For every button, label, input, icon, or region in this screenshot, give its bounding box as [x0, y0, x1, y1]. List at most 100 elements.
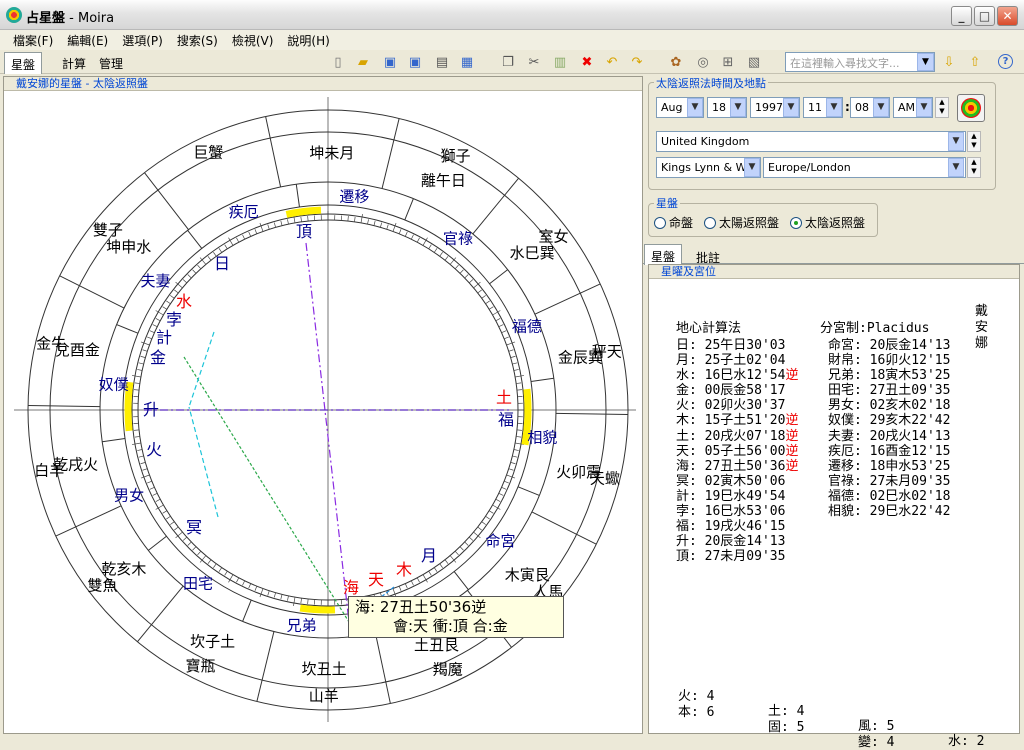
find-prev-icon[interactable]: ⇧	[967, 54, 983, 70]
ampm-dropdown-icon[interactable]: ▼	[916, 98, 932, 117]
degree-tick	[243, 581, 245, 585]
degree-tick	[255, 229, 257, 234]
radio-natal[interactable]: 命盤	[654, 214, 693, 231]
export-icon[interactable]: ▦	[459, 54, 475, 70]
degree-tick	[147, 337, 152, 339]
degree-tick	[301, 598, 302, 603]
save-icon[interactable]: ▣	[382, 54, 398, 70]
degree-tick	[208, 560, 211, 564]
tab-calculate[interactable]: 計算	[56, 52, 92, 74]
retrograde-mark: 逆	[785, 444, 798, 459]
degree-tick	[496, 499, 500, 501]
menu-help[interactable]: 說明(H)	[280, 30, 336, 50]
degree-tick	[225, 571, 228, 575]
house-label: 遷移	[339, 188, 369, 206]
minimize-button[interactable]: _	[951, 6, 972, 26]
find-next-icon[interactable]: ⇩	[941, 54, 957, 70]
house-row: 相貌: 29巳水22'42	[828, 504, 950, 519]
search-dropdown-icon[interactable]: ▼	[917, 53, 934, 71]
close-button[interactable]: ✕	[997, 6, 1018, 26]
tab-manage[interactable]: 管理	[93, 52, 129, 74]
degree-tick	[393, 223, 396, 231]
delete-icon[interactable]: ✖	[579, 54, 595, 70]
menu-edit[interactable]: 編輯(E)	[60, 30, 115, 50]
country-select[interactable]: United Kingdom	[656, 131, 966, 152]
copy-icon[interactable]: ❐	[500, 54, 516, 70]
country-dropdown-icon[interactable]: ▼	[948, 132, 964, 151]
month-dropdown-icon[interactable]: ▼	[687, 98, 703, 117]
sign-divider	[60, 276, 124, 308]
help-icon[interactable]: ?	[998, 54, 1013, 69]
house-label: 相貌	[527, 428, 557, 446]
timezone-dropdown-icon[interactable]: ▼	[948, 158, 964, 177]
tab-chart[interactable]: 星盤	[4, 52, 42, 74]
title-bar: 占星盤 - Moira _ □ ✕	[0, 0, 1024, 30]
new-file-icon[interactable]: ▯	[330, 54, 346, 70]
timezone-spinner[interactable]: ▲▼	[967, 157, 981, 178]
degree-tick	[482, 522, 486, 525]
tooltip-line1: 海: 27丑土50'36逆	[355, 598, 557, 617]
sign-element-label: 坤未月	[309, 144, 354, 162]
degree-tick	[163, 307, 167, 310]
city-dropdown-icon[interactable]: ▼	[744, 158, 760, 177]
sign-divider	[532, 512, 596, 544]
degree-tick	[255, 586, 257, 591]
chart-settings-icon[interactable]: ✿	[668, 54, 684, 70]
degree-tick	[183, 537, 187, 540]
house-label: 田宅	[183, 575, 213, 593]
sign-divider	[257, 631, 274, 701]
name-vertical: 戴安娜	[975, 304, 988, 352]
radio-lunar-return[interactable]: 太陰返照盤	[790, 214, 865, 231]
menu-search[interactable]: 搜索(S)	[170, 30, 225, 50]
degree-tick	[502, 487, 507, 489]
menu-file[interactable]: 檔案(F)	[6, 30, 60, 50]
minute-dropdown-icon[interactable]: ▼	[873, 98, 889, 117]
year-dropdown-icon[interactable]: ▼	[783, 98, 799, 117]
calculate-button[interactable]	[957, 94, 985, 122]
degree-tick	[132, 375, 141, 377]
radio-solar-return[interactable]: 太陽返照盤	[704, 214, 779, 231]
degree-tick	[361, 214, 363, 223]
timezone-select[interactable]: Europe/London	[763, 157, 966, 178]
country-spinner[interactable]: ▲▼	[967, 131, 981, 152]
retrograde-mark: 逆	[785, 368, 798, 383]
menu-options[interactable]: 選項(P)	[115, 30, 170, 50]
redo-icon[interactable]: ↷	[629, 54, 645, 70]
sign-divider	[556, 413, 628, 414]
planet-row: 天: 05子土56'00逆	[676, 444, 798, 459]
sign-label: 寶瓶	[186, 657, 216, 675]
aspect-line	[189, 332, 214, 407]
day-dropdown-icon[interactable]: ▼	[730, 98, 746, 117]
search-input[interactable]: 在這裡輸入尋找文字...	[785, 52, 935, 72]
house-row: 奴僕: 29亥木22'42	[828, 413, 950, 428]
degree-tick	[516, 436, 521, 437]
open-folder-icon[interactable]: ▰	[355, 54, 371, 70]
degree-tick	[455, 265, 458, 269]
degree-tick	[489, 511, 493, 514]
time-spinner[interactable]: ▲▼	[935, 97, 949, 118]
save-all-icon[interactable]: ▣	[407, 54, 423, 70]
degree-tick	[268, 591, 270, 596]
aspect-line	[189, 407, 218, 517]
paste-icon[interactable]: ▥	[552, 54, 568, 70]
cut-icon[interactable]: ✂	[526, 54, 542, 70]
undo-icon[interactable]: ↶	[604, 54, 620, 70]
hour-dropdown-icon[interactable]: ▼	[826, 98, 842, 117]
house-row: 命宮: 20辰金14'13	[828, 338, 950, 353]
wheel-icon[interactable]: ◎	[695, 54, 711, 70]
menu-view[interactable]: 檢視(V)	[225, 30, 281, 50]
subtab-chart[interactable]: 星盤	[644, 244, 682, 265]
sign-element-label: 乾戌火	[53, 456, 98, 474]
maximize-button[interactable]: □	[974, 6, 995, 26]
grid-icon[interactable]: ⊞	[720, 54, 736, 70]
print-preview-icon[interactable]: ▧	[746, 54, 762, 70]
sign-label: 山羊	[309, 687, 339, 705]
house-divider	[117, 325, 138, 334]
degree-tick	[380, 223, 381, 228]
planet-glyph: 日	[214, 254, 230, 273]
element-counts-row2: 本: 6 固: 5 變: 4	[678, 690, 686, 750]
degree-tick	[143, 350, 148, 352]
planet-glyph: 水	[176, 292, 192, 311]
print-icon[interactable]: ▤	[434, 54, 450, 70]
degree-tick	[137, 369, 142, 370]
